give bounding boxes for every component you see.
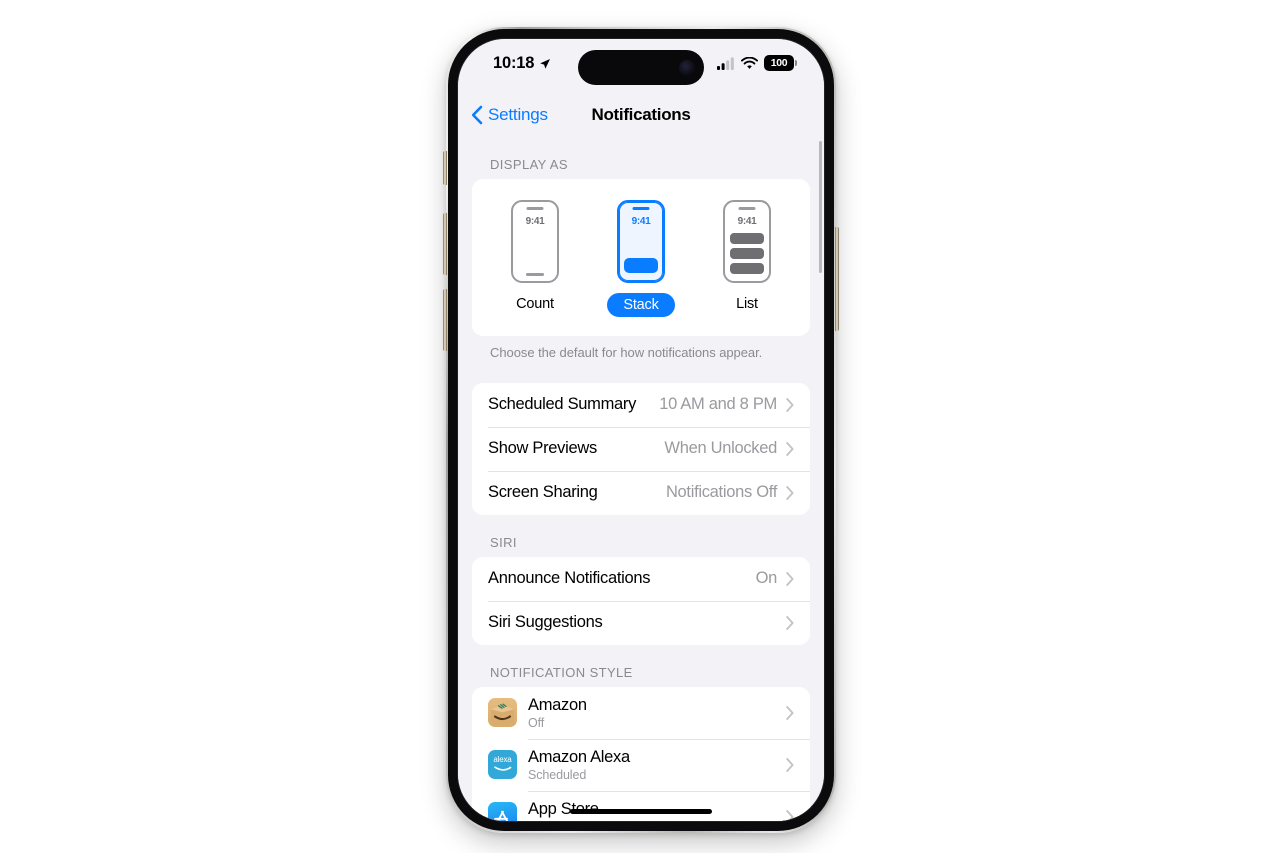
- back-button[interactable]: Settings: [471, 105, 548, 125]
- preview-notification-list: [730, 233, 764, 274]
- preview-notification-row: [730, 248, 764, 259]
- display-as-card: 9:41 Count 9:41 Stack 9:41 List: [472, 179, 810, 336]
- preview-time-count: 9:41: [525, 216, 545, 227]
- chevron-right-icon: [786, 809, 794, 821]
- display-option-stack-label: Stack: [607, 293, 675, 317]
- display-as-section-header: DISPLAY AS: [490, 157, 568, 172]
- power-button[interactable]: [835, 227, 839, 331]
- notification-style-section-header: NOTIFICATION STYLE: [490, 664, 633, 680]
- app-status: Off: [528, 715, 545, 730]
- app-row-app-store[interactable]: App Store Off: [472, 790, 810, 821]
- display-option-count-label: Count: [516, 296, 554, 312]
- status-bar-indicators: 100: [717, 55, 797, 71]
- row-value: Notifications Off: [665, 483, 777, 502]
- status-bar: 10:18 100: [458, 39, 824, 93]
- status-bar-time-group: 10:18: [493, 54, 551, 73]
- app-row-amazon-alexa[interactable]: alexa Amazon Alexa Scheduled: [472, 738, 810, 791]
- home-indicator[interactable]: [570, 809, 712, 814]
- count-preview-icon: 9:41: [511, 200, 559, 283]
- app-store-app-icon: [488, 802, 517, 821]
- battery-percentage: 100: [770, 56, 788, 69]
- vertical-scrollbar[interactable]: [818, 141, 822, 273]
- chevron-right-icon: [786, 615, 794, 630]
- preview-notification-row: [730, 233, 764, 244]
- chevron-right-icon: [786, 571, 794, 586]
- screenshot-canvas: 10:18 100 Settings Notifications DISPLAY…: [0, 0, 1280, 853]
- app-name: Amazon: [528, 695, 587, 714]
- preview-time-list: 9:41: [737, 216, 757, 227]
- chevron-right-icon: [786, 485, 794, 500]
- back-button-label: Settings: [488, 105, 548, 124]
- app-status: Off: [528, 820, 786, 821]
- device-screen: 10:18 100 Settings Notifications DISPLAY…: [458, 39, 824, 821]
- chevron-left-icon: [471, 105, 483, 125]
- general-settings-card: Scheduled Summary 10 AM and 8 PM Show Pr…: [472, 382, 810, 515]
- volume-up-button[interactable]: [443, 213, 447, 275]
- display-as-picker: 9:41 Count 9:41 Stack 9:41 List: [472, 179, 810, 336]
- chevron-right-icon: [786, 441, 794, 456]
- preview-time-stack: 9:41: [631, 216, 651, 227]
- siri-card: Announce Notifications On Siri Suggestio…: [472, 556, 810, 645]
- row-value: When Unlocked: [664, 439, 777, 458]
- preview-stacked-notification: [624, 258, 658, 273]
- navigation-bar: Settings Notifications: [458, 93, 824, 137]
- app-status: Scheduled: [528, 767, 587, 782]
- row-announce-notifications[interactable]: Announce Notifications On: [472, 556, 810, 601]
- chevron-right-icon: [786, 397, 794, 412]
- preview-notification-row: [730, 263, 764, 274]
- battery-tip: [795, 60, 797, 67]
- preview-home-indicator: [526, 272, 544, 276]
- row-screen-sharing[interactable]: Screen Sharing Notifications Off: [472, 470, 810, 515]
- list-preview-icon: 9:41: [723, 200, 771, 283]
- row-scheduled-summary[interactable]: Scheduled Summary 10 AM and 8 PM: [472, 382, 810, 427]
- preview-notch: [738, 206, 756, 210]
- preview-notch: [632, 206, 650, 210]
- status-bar-clock: 10:18: [493, 54, 535, 72]
- stack-preview-icon: 9:41: [617, 200, 665, 283]
- amazon-smile-glyph: [493, 766, 512, 771]
- alexa-wordmark: alexa: [493, 755, 512, 765]
- row-show-previews[interactable]: Show Previews When Unlocked: [472, 426, 810, 471]
- front-camera-lens-icon: [679, 59, 695, 76]
- app-store-glyph: [494, 810, 509, 821]
- row-title: Siri Suggestions: [488, 613, 603, 632]
- amazon-app-icon: [488, 698, 517, 728]
- iphone-device: 10:18 100 Settings Notifications DISPLAY…: [443, 27, 839, 833]
- display-option-count[interactable]: 9:41 Count: [492, 200, 578, 315]
- cellular-signal-icon: [717, 56, 734, 70]
- display-option-stack[interactable]: 9:41 Stack: [598, 200, 684, 317]
- preview-notch: [526, 206, 544, 210]
- row-value: 10 AM and 8 PM: [659, 395, 777, 414]
- amazon-box-glyph: [490, 703, 515, 725]
- row-value: On: [755, 569, 778, 588]
- battery-indicator: 100: [764, 55, 797, 71]
- dynamic-island: [578, 50, 704, 85]
- row-title: Screen Sharing: [488, 483, 598, 502]
- app-text-group: Amazon Off: [528, 696, 786, 730]
- notification-style-card: Amazon Off alexa Amazon Alexa Scheduled …: [472, 686, 810, 821]
- row-title: Show Previews: [488, 439, 597, 458]
- display-option-list-label: List: [736, 296, 758, 312]
- app-text-group: Amazon Alexa Scheduled: [528, 748, 786, 782]
- display-as-section-footer: Choose the default for how notifications…: [490, 345, 763, 360]
- app-name: Amazon Alexa: [528, 747, 630, 766]
- app-row-amazon[interactable]: Amazon Off: [472, 686, 810, 739]
- wifi-icon: [741, 56, 758, 69]
- amazon-alexa-app-icon: alexa: [488, 750, 517, 780]
- chevron-right-icon: [786, 705, 794, 720]
- row-title: Scheduled Summary: [488, 395, 637, 414]
- action-button[interactable]: [443, 151, 447, 185]
- settings-scroll-view[interactable]: DISPLAY AS 9:41 Count 9:41 Stack 9:41 Li…: [458, 137, 824, 821]
- location-arrow-icon: [540, 58, 551, 69]
- row-siri-suggestions[interactable]: Siri Suggestions: [472, 600, 810, 645]
- row-title: Announce Notifications: [488, 569, 651, 588]
- volume-down-button[interactable]: [443, 289, 447, 351]
- display-option-list[interactable]: 9:41 List: [704, 200, 790, 315]
- siri-section-header: SIRI: [490, 534, 517, 550]
- chevron-right-icon: [786, 757, 794, 772]
